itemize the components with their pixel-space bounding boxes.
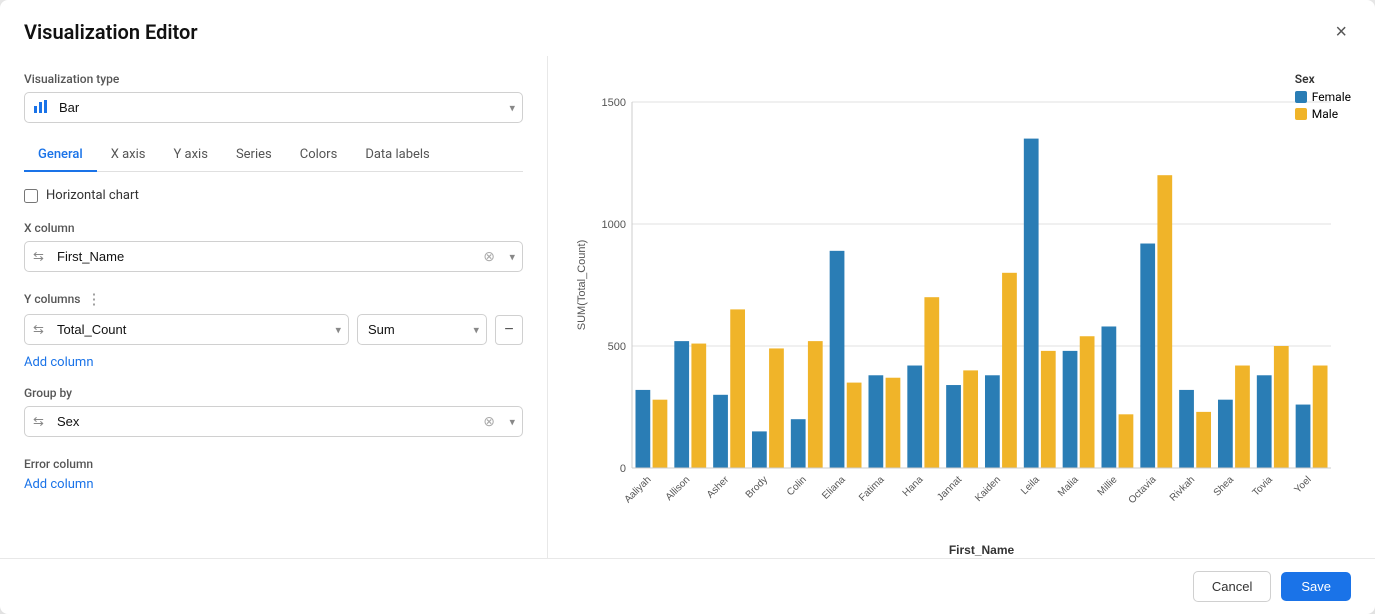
tab-series[interactable]: Series	[222, 139, 286, 172]
group-by-clear-icon[interactable]: ⊗	[483, 414, 495, 430]
save-button[interactable]: Save	[1281, 572, 1351, 601]
y-column-icon: ⇆	[33, 322, 44, 337]
svg-text:Jannat: Jannat	[935, 474, 964, 503]
aggregation-select-wrapper: Sum Avg Count Min Max ▾	[357, 314, 487, 345]
y-column-select[interactable]: Total_Count	[24, 314, 349, 345]
modal-body: Visualization type Bar Line Pie ▾	[0, 56, 1375, 558]
svg-text:SUM(Total_Count): SUM(Total_Count)	[576, 240, 588, 330]
horizontal-chart-row: Horizontal chart	[24, 188, 523, 203]
visualization-editor-modal: Visualization Editor × Visualization typ…	[0, 0, 1375, 614]
y-column-select-wrapper: ⇆ Total_Count ▾	[24, 314, 349, 345]
modal-header: Visualization Editor ×	[0, 0, 1375, 56]
legend-female: Female	[1295, 90, 1351, 104]
tab-x-axis[interactable]: X axis	[97, 139, 160, 172]
group-by-select[interactable]: Sex	[24, 406, 523, 437]
modal-title: Visualization Editor	[24, 20, 198, 44]
group-by-wrapper: ⇆ Sex ⊗ ▾	[24, 406, 523, 437]
legend-title: Sex	[1295, 72, 1351, 86]
aggregation-select[interactable]: Sum Avg Count Min Max	[357, 314, 487, 345]
tab-y-axis[interactable]: Y axis	[160, 139, 222, 172]
tab-bar: General X axis Y axis Series Colors Data…	[24, 139, 523, 172]
x-column-clear-icon[interactable]: ⊗	[483, 249, 495, 265]
x-column-icon: ⇆	[33, 249, 44, 264]
svg-text:Rivkah: Rivkah	[1168, 474, 1197, 503]
viz-type-select[interactable]: Bar Line Pie	[24, 92, 523, 123]
svg-text:Leila: Leila	[1019, 474, 1042, 497]
svg-text:Aaliyah: Aaliyah	[623, 474, 654, 505]
chart-svg-wrapper: 0 500 1000 1500 SUM(Total_Count) Aaliyah Allis…	[572, 72, 1351, 558]
tab-colors[interactable]: Colors	[286, 139, 352, 172]
y-column-row: ⇆ Total_Count ▾ Sum Avg Count Min Max ▾	[24, 314, 523, 345]
error-column-label: Error column	[24, 457, 523, 471]
legend-female-color	[1295, 91, 1307, 103]
svg-text:Tovia: Tovia	[1251, 474, 1276, 499]
add-error-column-link[interactable]: Add column	[24, 477, 523, 492]
svg-text:Colin: Colin	[785, 474, 809, 498]
svg-text:Allison: Allison	[664, 474, 693, 503]
add-y-column-link[interactable]: Add column	[24, 355, 523, 370]
group-by-icon: ⇆	[33, 414, 44, 429]
legend-male-color	[1295, 108, 1307, 120]
cancel-button[interactable]: Cancel	[1193, 571, 1271, 602]
svg-text:Yoel: Yoel	[1292, 474, 1313, 495]
bar-chart-icon	[33, 98, 49, 118]
group-by-label: Group by	[24, 386, 523, 400]
viz-type-wrapper: Bar Line Pie ▾	[24, 92, 523, 123]
legend-female-label: Female	[1312, 90, 1351, 104]
svg-text:1000: 1000	[602, 219, 626, 231]
remove-y-column-button[interactable]: −	[495, 315, 523, 345]
chart-legend: Sex Female Male	[1295, 72, 1351, 124]
left-panel: Visualization type Bar Line Pie ▾	[0, 56, 548, 558]
svg-text:1500: 1500	[602, 97, 626, 109]
svg-text:Shea: Shea	[1212, 474, 1237, 499]
tab-data-labels[interactable]: Data labels	[351, 139, 443, 172]
svg-text:Brody: Brody	[744, 474, 770, 500]
svg-text:Hana: Hana	[901, 474, 926, 499]
x-column-wrapper: ⇆ First_Name ⊗ ▾	[24, 241, 523, 272]
modal-footer: Cancel Save	[0, 558, 1375, 614]
y-columns-header: Y columns ⋮	[24, 290, 523, 308]
horizontal-chart-label[interactable]: Horizontal chart	[46, 188, 139, 203]
chart-area: Sex Female Male 0 500 1000 1500 SUM(Total_Co…	[572, 72, 1351, 558]
tab-general[interactable]: General	[24, 139, 97, 172]
y-columns-label: Y columns	[24, 292, 80, 306]
right-panel: Sex Female Male 0 500 1000 1500 SUM(Total_Co…	[548, 56, 1375, 558]
svg-text:First_Name: First_Name	[949, 543, 1015, 557]
svg-text:Kaiden: Kaiden	[973, 474, 1003, 504]
svg-text:Asher: Asher	[705, 474, 732, 501]
svg-text:0: 0	[620, 463, 626, 475]
y-columns-menu-icon[interactable]: ⋮	[86, 290, 101, 308]
horizontal-chart-checkbox[interactable]	[24, 189, 38, 203]
x-column-label: X column	[24, 221, 523, 235]
viz-type-label: Visualization type	[24, 72, 523, 86]
x-column-select[interactable]: First_Name	[24, 241, 523, 272]
svg-text:Octavia: Octavia	[1127, 474, 1159, 506]
svg-text:Eliana: Eliana	[820, 474, 848, 502]
svg-text:Malia: Malia	[1056, 474, 1081, 499]
svg-text:500: 500	[608, 341, 626, 353]
legend-male-label: Male	[1312, 107, 1338, 121]
svg-text:Fatima: Fatima	[857, 474, 887, 504]
legend-male: Male	[1295, 107, 1351, 121]
svg-text:Millie: Millie	[1096, 474, 1120, 498]
close-button[interactable]: ×	[1331, 18, 1351, 46]
